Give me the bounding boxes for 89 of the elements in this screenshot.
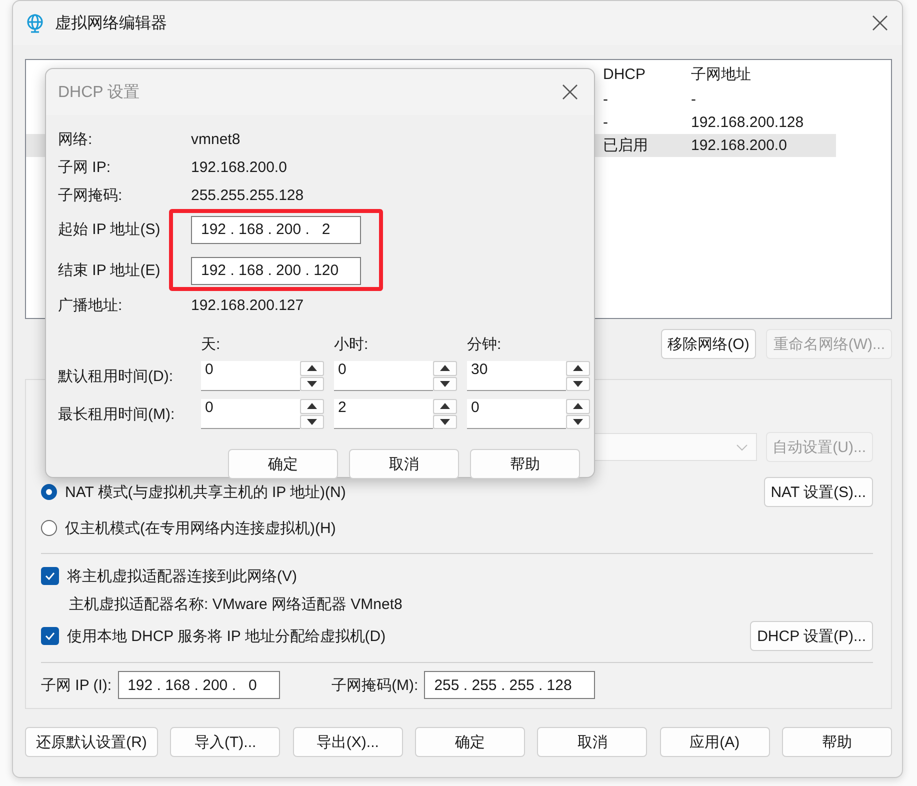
spin-up-button[interactable] [433,361,457,376]
number-field[interactable]: 0 [467,399,566,429]
caret-up-icon [440,365,450,372]
caret-down-icon [573,418,583,425]
caret-up-icon [573,365,583,372]
button[interactable]: 帮助 [782,727,892,757]
info-label: 网络: [58,130,94,150]
caret-up-icon [573,403,583,410]
spin-up-button[interactable] [300,361,324,376]
caret-up-icon [440,403,450,410]
table-cell-text: - [690,91,697,108]
field-label: 起始 IP 地址(S) [58,220,162,240]
checkbox[interactable] [41,627,59,645]
radio-button[interactable] [41,484,57,500]
button[interactable]: DHCP 设置(P)... [750,621,873,651]
close-icon[interactable] [872,15,888,31]
field-label: 结束 IP 地址(E) [58,261,162,281]
button[interactable]: 导出(X)... [292,727,403,757]
spin-down-button[interactable] [300,376,324,391]
checkbox[interactable] [41,567,59,585]
adapter-name: 主机虚拟适配器名称: VMware 网络适配器 VMnet8 [68,594,404,614]
chevron-down-icon [736,444,748,450]
globe-icon [25,13,45,33]
column-header: DHCP [602,66,647,82]
button[interactable]: 取消 [537,727,648,757]
caret-down-icon [573,380,583,387]
button[interactable]: 取消 [349,449,459,479]
table-cell: 已启用 [598,134,686,157]
number-field[interactable]: 2 [334,399,433,429]
number-field[interactable]: 0 [334,361,433,391]
spin-down-button[interactable] [300,414,324,429]
button[interactable]: 应用(A) [660,727,770,757]
spin-up-button[interactable] [300,399,324,414]
info-label: 子网掩码: [58,186,124,206]
caret-down-icon [440,418,450,425]
spin-up-button[interactable] [566,399,590,414]
column-label: 分钟: [467,335,502,353]
ip-field[interactable]: 192 . 168 . 200 . 2 [191,216,361,244]
field-label: 子网 IP (I): [41,676,112,694]
radio-button[interactable] [41,520,57,536]
caret-down-icon [440,380,450,387]
checkbox-label: 使用本地 DHCP 服务将 IP 地址分配给虚拟机(D) [67,626,386,646]
spin-down-button[interactable] [566,376,590,391]
button[interactable]: NAT 设置(S)... [764,477,873,507]
spin-down-button[interactable] [433,414,457,429]
window-title: 虚拟网络编辑器 [55,14,168,34]
number-field[interactable]: 0 [201,399,300,429]
table-cell-text: - [602,114,609,131]
column-header: 子网地址 [690,64,752,84]
table-cell-text: 192.168.200.128 [690,114,805,131]
field-label: 子网掩码(M): [332,676,418,694]
button[interactable]: 还原默认设置(R) [25,727,158,757]
radio-label: 仅主机模式(在专用网络内连接虚拟机)(H) [65,518,336,538]
column-label: 天: [201,335,222,353]
info-value: 192.168.200.0 [191,158,288,178]
button[interactable]: 帮助 [470,449,580,479]
caret-down-icon [307,418,317,425]
info-value: 255.255.255.128 [191,186,305,206]
ip-field[interactable]: 192 . 168 . 200 . 0 [118,671,280,699]
button[interactable]: 导入(T)... [170,727,280,757]
check-icon [45,572,55,580]
button[interactable]: 确定 [228,449,338,479]
ip-field[interactable]: 192 . 168 . 200 . 120 [191,256,361,284]
table-cell: 192.168.200.0 [686,134,836,157]
close-icon[interactable] [562,84,578,100]
checkbox-label: 将主机虚拟适配器连接到此网络(V) [67,566,297,586]
spin-down-button[interactable] [566,414,590,429]
caret-up-icon [307,403,317,410]
spin-up-button[interactable] [566,361,590,376]
number-field[interactable]: 0 [201,361,300,391]
info-value: 192.168.200.127 [191,296,305,316]
info-label: 子网 IP: [58,158,112,178]
info-value: vmnet8 [191,130,242,150]
info-label: 广播地址: [58,296,124,316]
spin-up-button[interactable] [433,399,457,414]
radio-label: NAT 模式(与虚拟机共享主机的 IP 地址)(N) [65,482,346,502]
caret-down-icon [307,380,317,387]
button[interactable]: 确定 [414,727,525,757]
field-label: 最长租用时间(M): [58,404,176,424]
field-label: 默认租用时间(D): [58,366,174,386]
column-label: 小时: [334,335,370,353]
button[interactable]: 移除网络(O) [660,329,756,359]
table-cell-text: - [602,91,609,108]
caret-up-icon [307,365,317,372]
dialog-title: DHCP 设置 [58,82,140,102]
check-icon [45,632,55,640]
spin-down-button[interactable] [433,376,457,391]
number-field[interactable]: 30 [467,361,566,391]
ip-field[interactable]: 255 . 255 . 255 . 128 [424,671,596,699]
